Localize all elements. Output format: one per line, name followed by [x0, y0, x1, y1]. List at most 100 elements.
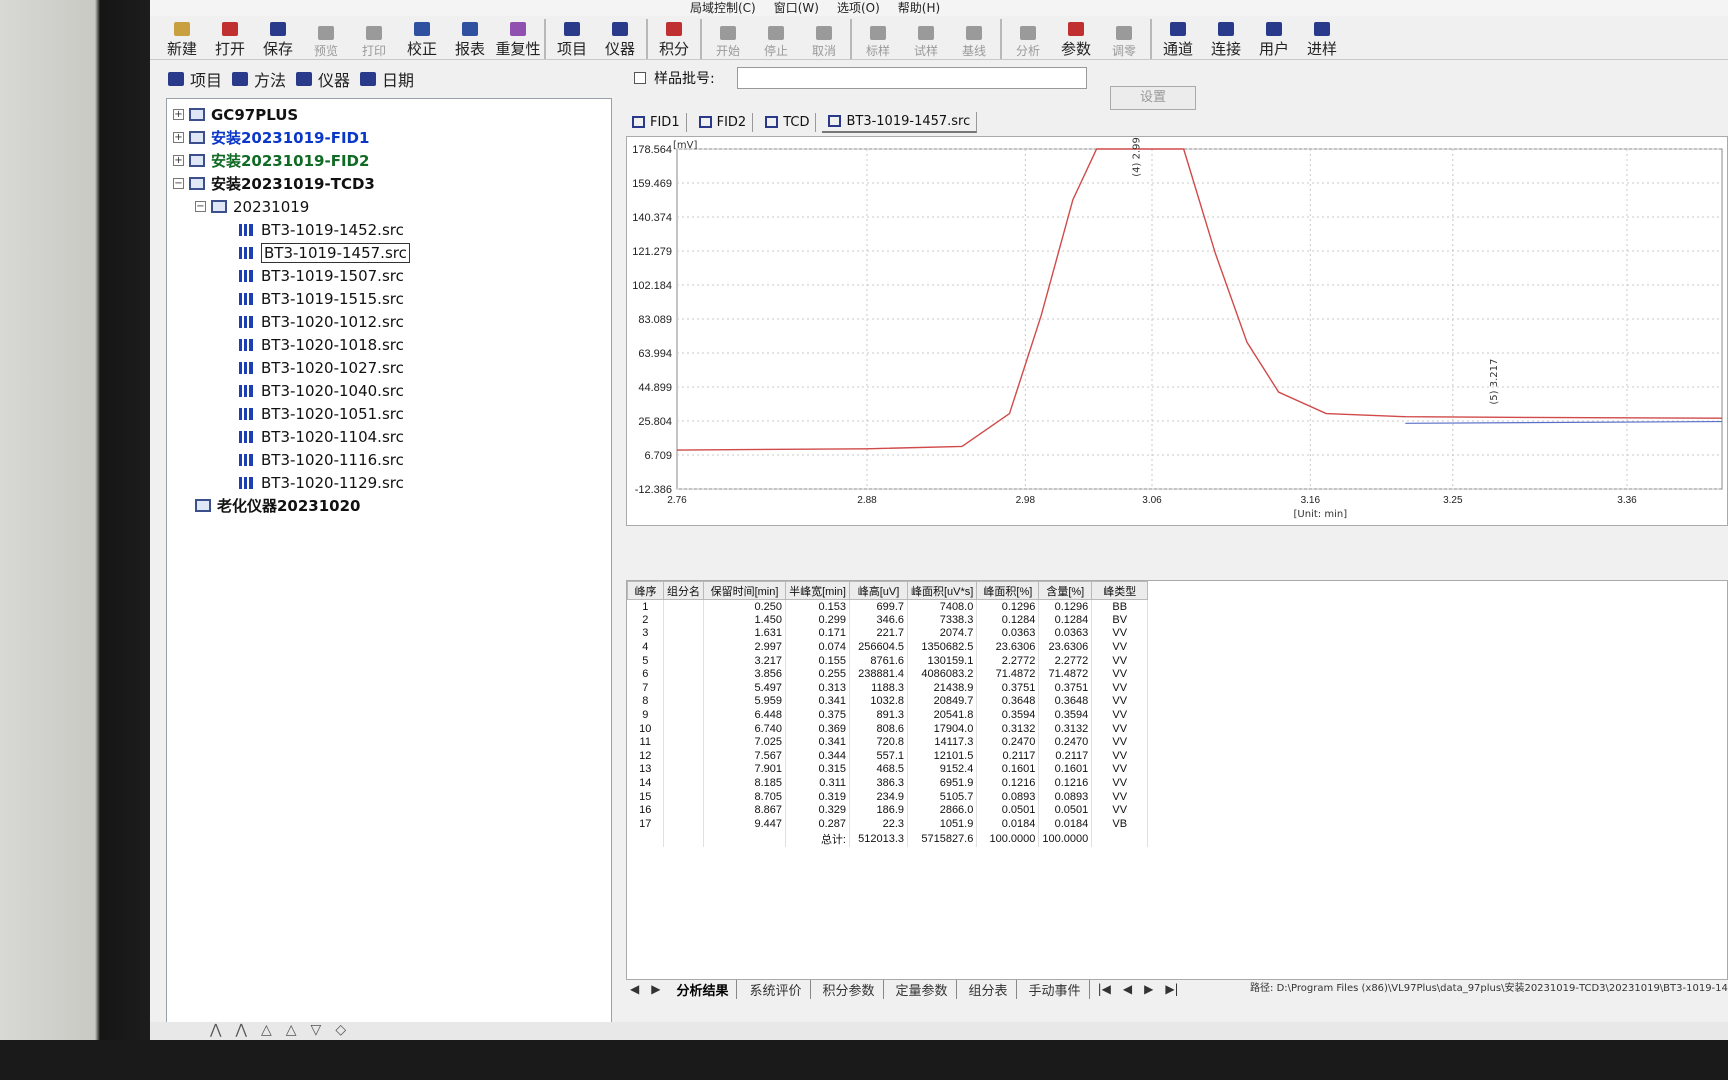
- menu-item[interactable]: 选项(O): [837, 0, 880, 16]
- tree-root-node[interactable]: 老化仪器20231020: [167, 494, 611, 517]
- toolbar-button[interactable]: 试样: [902, 17, 950, 59]
- tab-method[interactable]: 方法: [232, 67, 286, 91]
- tree-file-node[interactable]: BT3-1020-1012.src: [167, 310, 611, 333]
- column-header[interactable]: 峰序: [627, 581, 664, 600]
- tree-folder-node[interactable]: − 20231019: [167, 195, 611, 218]
- collapse-icon[interactable]: −: [173, 178, 184, 189]
- table-row[interactable]: 4 2.997 0.074 256604.5 1350682.5 23.6306 23.63…: [627, 640, 1149, 654]
- column-header[interactable]: 保留时间[min]: [703, 581, 786, 600]
- record-nav-icon[interactable]: ◀: [1119, 982, 1136, 996]
- tree-file-node[interactable]: BT3-1020-1116.src: [167, 448, 611, 471]
- peak-tool-icon[interactable]: △: [286, 1022, 297, 1040]
- record-nav-icon[interactable]: ▶|: [1161, 982, 1182, 996]
- tree-root-node[interactable]: + 安装20231019-FID1: [167, 126, 611, 149]
- column-header[interactable]: 峰类型: [1091, 581, 1149, 600]
- tree-file-node[interactable]: BT3-1020-1051.src: [167, 402, 611, 425]
- table-row[interactable]: 7 5.497 0.313 1188.3 21438.9 0.3751 0.3751 VV: [627, 681, 1149, 695]
- toolbar-button[interactable]: 报表: [446, 17, 494, 59]
- tab-fid1[interactable]: FID1: [626, 112, 687, 132]
- toolbar-button[interactable]: 预览: [302, 17, 350, 59]
- table-row[interactable]: 6 3.856 0.255 238881.4 4086083.2 71.4872 71.48…: [627, 667, 1149, 682]
- toolbar-button[interactable]: 停止: [752, 17, 800, 59]
- toolbar-button[interactable]: 基线: [950, 17, 998, 59]
- toolbar-button[interactable]: 保存: [254, 17, 302, 59]
- menu-item[interactable]: 帮助(H): [898, 0, 940, 16]
- peak-tool-icon[interactable]: ▽: [311, 1022, 322, 1040]
- tree-file-node[interactable]: BT3-1019-1507.src: [167, 264, 611, 287]
- tree-file-node[interactable]: BT3-1020-1129.src: [167, 471, 611, 494]
- toolbar-button[interactable]: 连接: [1202, 17, 1250, 59]
- tree-file-node[interactable]: BT3-1020-1027.src: [167, 356, 611, 379]
- expand-icon[interactable]: +: [173, 155, 184, 166]
- record-nav-icon[interactable]: ▶: [1140, 982, 1157, 996]
- toolbar-button[interactable]: 开始: [704, 17, 752, 59]
- table-row[interactable]: 16 8.867 0.329 186.9 2866.0 0.0501 0.0501 VV: [627, 803, 1149, 817]
- tree-file-node[interactable]: BT3-1019-1515.src: [167, 287, 611, 310]
- tree-file-node[interactable]: BT3-1020-1104.src: [167, 425, 611, 448]
- toolbar-button[interactable]: 重复性: [494, 17, 542, 59]
- toolbar-button[interactable]: 校正: [398, 17, 446, 59]
- prev-tab-icon[interactable]: ◀: [626, 982, 643, 996]
- table-row[interactable]: 9 6.448 0.375 891.3 20541.8 0.3594 0.3594 VV: [627, 708, 1149, 722]
- table-row[interactable]: 1 0.250 0.153 699.7 7408.0 0.1296 0.1296 BB: [627, 599, 1149, 614]
- expand-icon[interactable]: +: [173, 109, 184, 120]
- toolbar-button[interactable]: 进样: [1298, 17, 1346, 59]
- bottom-tab[interactable]: 系统评价: [741, 979, 811, 999]
- toolbar-button[interactable]: 打印: [350, 17, 398, 59]
- tab-fid2[interactable]: FID2: [693, 112, 754, 132]
- bottom-tab[interactable]: 定量参数: [888, 979, 957, 999]
- toolbar-button[interactable]: 打开: [206, 17, 254, 59]
- column-header[interactable]: 峰面积[uV*s]: [906, 581, 978, 600]
- column-header[interactable]: 组分名: [663, 581, 704, 600]
- tab-tcd[interactable]: TCD: [759, 112, 817, 132]
- column-header[interactable]: 峰面积[%]: [976, 581, 1040, 600]
- tree-root-node[interactable]: + GC97PLUS: [167, 103, 611, 126]
- peak-tool-icon[interactable]: ◇: [335, 1022, 346, 1040]
- table-row[interactable]: 14 8.185 0.311 386.3 6951.9 0.1216 0.1216 VV: [627, 776, 1149, 790]
- peak-tool-icon[interactable]: ⋀: [235, 1022, 246, 1040]
- peak-tool-icon[interactable]: ⋀: [210, 1022, 221, 1040]
- table-row[interactable]: 10 6.740 0.369 808.6 17904.0 0.3132 0.3132 VV: [627, 721, 1149, 736]
- menu-item[interactable]: 窗口(W): [774, 0, 819, 16]
- table-row[interactable]: 13 7.901 0.315 468.5 9152.4 0.1601 0.1601 VV: [627, 762, 1149, 777]
- toolbar-button[interactable]: 调零: [1100, 17, 1148, 59]
- table-row[interactable]: 15 8.705 0.319 234.9 5105.7 0.0893 0.0893 VV: [627, 789, 1149, 804]
- tree-file-node[interactable]: BT3-1019-1452.src: [167, 218, 611, 241]
- sample-batch-checkbox[interactable]: [634, 72, 646, 84]
- column-header[interactable]: 含量[%]: [1038, 581, 1093, 600]
- toolbar-button[interactable]: 分析: [1004, 17, 1052, 59]
- tree-file-node[interactable]: BT3-1020-1040.src: [167, 379, 611, 402]
- toolbar-button[interactable]: 通道: [1154, 17, 1202, 59]
- tab-project[interactable]: 项目: [168, 67, 222, 91]
- settings-button[interactable]: 设置: [1110, 86, 1196, 110]
- expand-icon[interactable]: +: [173, 132, 184, 143]
- bottom-tab[interactable]: 手动事件: [1021, 979, 1090, 999]
- table-row[interactable]: 12 7.567 0.344 557.1 12101.5 0.2117 0.2117 VV: [627, 749, 1149, 763]
- tree-file-node[interactable]: BT3-1019-1457.src: [167, 241, 611, 264]
- table-row[interactable]: 3 1.631 0.171 221.7 2074.7 0.0363 0.0363 VV: [627, 626, 1149, 641]
- toolbar-button[interactable]: 积分: [650, 17, 698, 59]
- tab-current-file[interactable]: BT3-1019-1457.src: [822, 111, 978, 133]
- toolbar-button[interactable]: 仪器: [596, 17, 644, 59]
- bottom-tab[interactable]: 积分参数: [815, 979, 884, 999]
- peak-tool-icon[interactable]: △: [261, 1022, 272, 1040]
- next-tab-icon[interactable]: ▶: [647, 982, 664, 996]
- bottom-tab[interactable]: 分析结果: [668, 979, 738, 999]
- column-header[interactable]: 峰高[uV]: [849, 581, 908, 600]
- menu-item[interactable]: 局域控制(C): [690, 0, 756, 16]
- tree-file-node[interactable]: BT3-1020-1018.src: [167, 333, 611, 356]
- bottom-tab[interactable]: 组分表: [961, 979, 1017, 999]
- tab-instrument[interactable]: 仪器: [296, 67, 350, 91]
- chromatogram-chart[interactable]: 178.564 159.469 140.374 121.279 102.184 83.08…: [626, 136, 1728, 526]
- collapse-icon[interactable]: −: [195, 201, 206, 212]
- tree-root-node[interactable]: − 安装20231019-TCD3: [167, 172, 611, 195]
- toolbar-button[interactable]: 参数: [1052, 17, 1100, 59]
- toolbar-button[interactable]: 用户: [1250, 17, 1298, 59]
- table-row[interactable]: 2 1.450 0.299 346.6 7338.3 0.1284 0.1284 BV: [627, 613, 1149, 627]
- toolbar-button[interactable]: 取消: [800, 17, 848, 59]
- table-row[interactable]: 8 5.959 0.341 1032.8 20849.7 0.3648 0.3648 VV: [627, 694, 1149, 709]
- tree-root-node[interactable]: + 安装20231019-FID2: [167, 149, 611, 172]
- tab-date[interactable]: 日期: [360, 67, 414, 91]
- toolbar-button[interactable]: 标样: [854, 17, 902, 59]
- record-nav-icon[interactable]: |◀: [1094, 982, 1115, 996]
